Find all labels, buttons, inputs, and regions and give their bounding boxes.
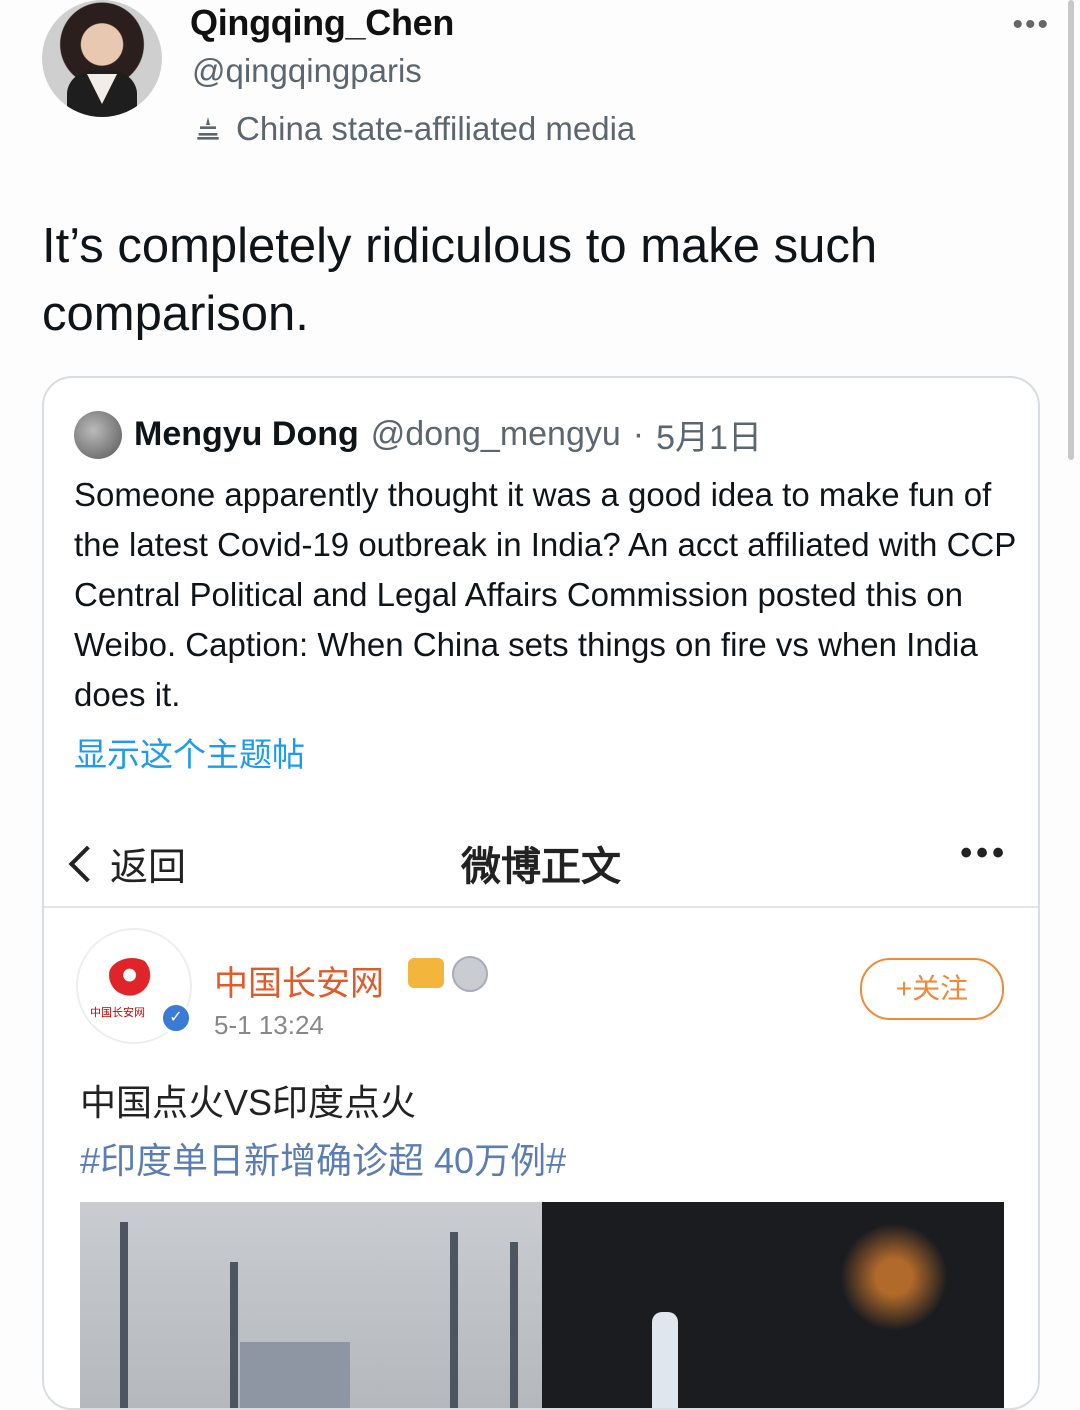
fire-glow-graphic bbox=[824, 1222, 964, 1332]
medal-badge-icon bbox=[452, 956, 488, 992]
tower-graphic bbox=[120, 1222, 128, 1408]
weibo-navbar: 返回 微博正文 ••• bbox=[44, 818, 1038, 908]
weibo-account-avatar[interactable]: 中国长安网 ✓ bbox=[76, 928, 192, 1044]
verified-icon: ✓ bbox=[160, 1002, 192, 1034]
rocket-launch-photo[interactable] bbox=[80, 1202, 542, 1408]
show-thread-link[interactable]: 显示这个主题帖 bbox=[74, 728, 305, 776]
state-affiliation-text: China state-affiliated media bbox=[236, 110, 636, 147]
weibo-more-icon[interactable]: ••• bbox=[960, 834, 1008, 873]
quoted-author-handle[interactable]: @dong_mengyu bbox=[371, 415, 621, 454]
tower-graphic bbox=[230, 1262, 238, 1408]
author-display-name[interactable]: Qingqing_Chen bbox=[190, 2, 454, 44]
weibo-post-text: 中国点火VS印度点火 bbox=[80, 1082, 417, 1123]
author-handle[interactable]: @qingqingparis bbox=[192, 52, 422, 90]
crown-badge-icon bbox=[408, 958, 444, 988]
quoted-author-avatar[interactable] bbox=[74, 410, 122, 459]
quoted-tweet-date[interactable]: 5月1日 bbox=[656, 410, 762, 459]
logo-text: 中国长安网 bbox=[90, 1007, 145, 1019]
figure-graphic bbox=[652, 1312, 678, 1408]
quoted-tweet-text: Someone apparently thought it was a good… bbox=[74, 476, 1016, 713]
tower-graphic bbox=[450, 1232, 458, 1408]
logo-swirl-icon bbox=[108, 958, 156, 996]
launch-building-graphic bbox=[240, 1342, 350, 1408]
weibo-hashtag[interactable]: #印度单日新增确诊超 40万例# bbox=[80, 1132, 566, 1184]
weibo-page-title: 微博正文 bbox=[461, 845, 621, 889]
state-media-icon bbox=[197, 117, 219, 140]
author-avatar[interactable] bbox=[42, 0, 162, 117]
quoted-tweet-header: Mengyu Dong @dong_mengyu · 5月1日 bbox=[74, 410, 762, 459]
follow-button[interactable]: +关注 bbox=[860, 958, 1004, 1020]
scrollbar[interactable] bbox=[1068, 0, 1074, 460]
weibo-account-name[interactable]: 中国长安网 bbox=[214, 956, 384, 1005]
more-options-icon[interactable]: ••• bbox=[1012, 8, 1050, 42]
tower-graphic bbox=[510, 1242, 518, 1408]
header-separator: · bbox=[632, 415, 645, 453]
quoted-author-name[interactable]: Mengyu Dong bbox=[134, 415, 359, 454]
state-affiliation-label[interactable]: China state-affiliated media bbox=[192, 110, 635, 148]
weibo-timestamp: 5-1 13:24 bbox=[214, 1010, 324, 1040]
tweet-text: It’s completely ridiculous to make such … bbox=[42, 219, 878, 341]
cremation-fire-photo[interactable] bbox=[542, 1202, 1004, 1408]
quoted-tweet[interactable]: Mengyu Dong @dong_mengyu · 5月1日 Someone … bbox=[42, 376, 1040, 1410]
